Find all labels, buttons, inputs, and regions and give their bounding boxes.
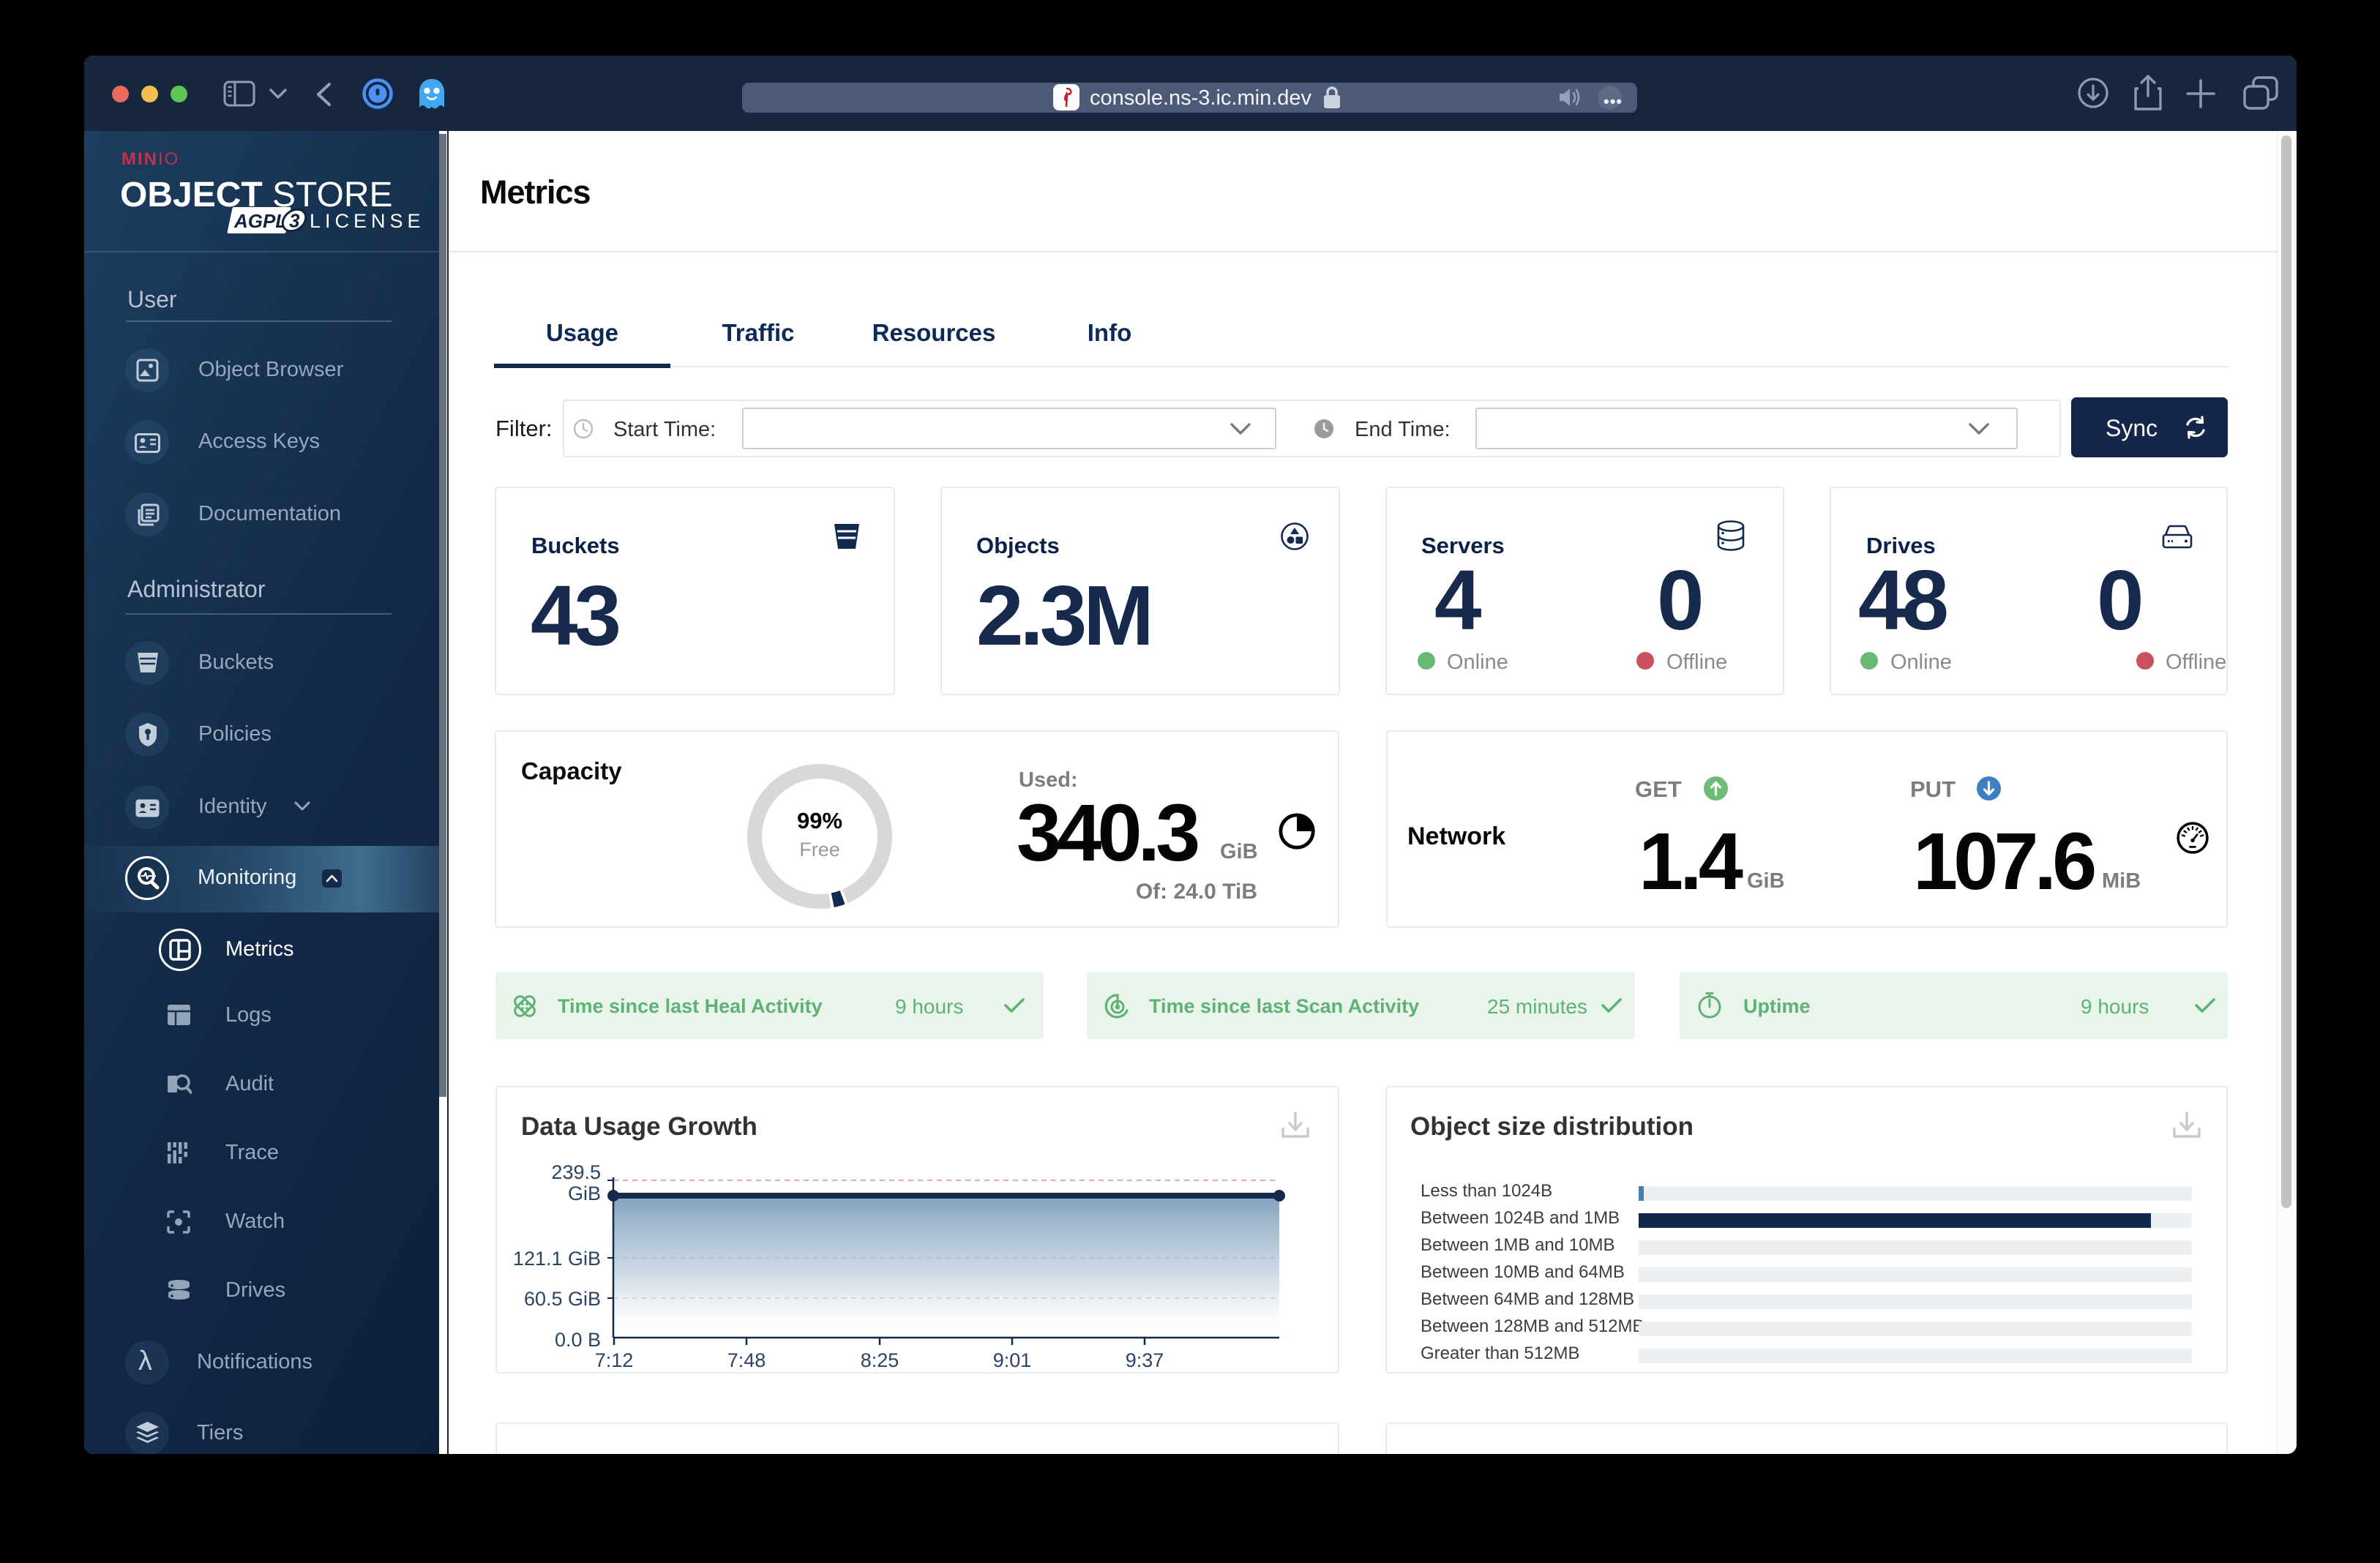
svg-text:3: 3 (289, 211, 300, 232)
